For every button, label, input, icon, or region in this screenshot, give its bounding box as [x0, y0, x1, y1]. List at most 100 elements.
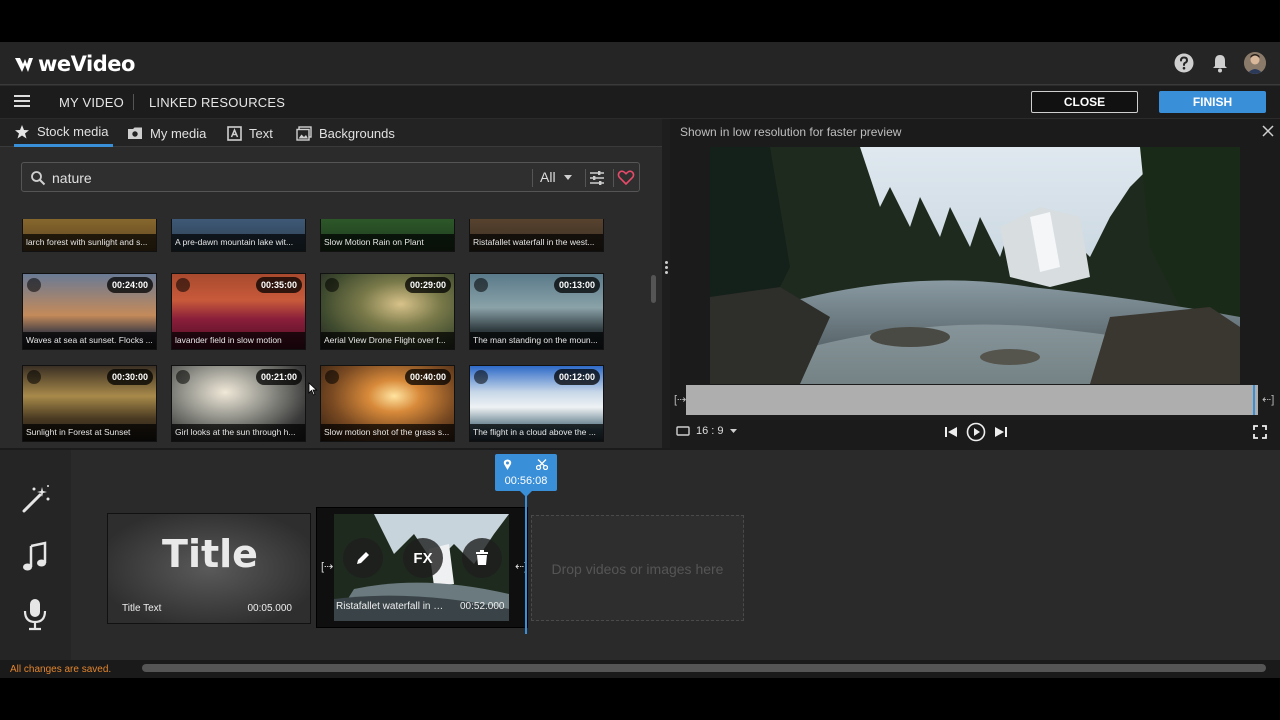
- thumbnail-caption: A pre-dawn mountain lake wit...: [172, 234, 305, 251]
- media-thumbnail[interactable]: 00:24:00 Waves at sea at sunset. Flocks …: [22, 273, 157, 350]
- media-thumbnail[interactable]: Ristafallet waterfall in the west...: [469, 219, 604, 252]
- tab-stock-media[interactable]: Stock media: [14, 119, 113, 147]
- favorite-heart-icon[interactable]: [176, 278, 190, 292]
- nav-my-video[interactable]: MY VIDEO: [59, 95, 124, 110]
- status-bar: All changes are saved.: [0, 660, 1280, 678]
- video-preview[interactable]: [710, 147, 1240, 384]
- title-clip-preview-text: Title: [162, 532, 258, 576]
- fullscreen-icon[interactable]: [1253, 425, 1267, 439]
- favorites-heart-icon[interactable]: [617, 169, 635, 186]
- media-thumbnail[interactable]: 00:12:00 The flight in a cloud above the…: [469, 365, 604, 442]
- media-thumbnail[interactable]: 00:13:00 The man standing on the moun...: [469, 273, 604, 350]
- favorite-heart-icon[interactable]: [27, 370, 41, 384]
- tab-my-media[interactable]: My media: [127, 119, 206, 147]
- edit-clip-button[interactable]: [343, 538, 383, 578]
- logo-text: weVideo: [38, 52, 135, 76]
- help-icon[interactable]: [1173, 52, 1195, 74]
- timeline-dropzone[interactable]: Drop videos or images here: [531, 515, 744, 621]
- favorite-heart-icon[interactable]: [325, 278, 339, 292]
- app-window: weVideo MY VIDEO LINKED RESOURCES CLOSE …: [0, 42, 1280, 678]
- magic-wand-icon[interactable]: [20, 483, 52, 515]
- thumbnail-duration: 00:13:00: [553, 277, 600, 293]
- favorite-heart-icon[interactable]: [474, 370, 488, 384]
- timeline-horizontal-scrollbar[interactable]: [142, 664, 1266, 672]
- letterbox-top: [0, 0, 1280, 42]
- favorite-heart-icon[interactable]: [176, 370, 190, 384]
- favorite-heart-icon[interactable]: [474, 278, 488, 292]
- wevideo-logo[interactable]: weVideo: [14, 52, 135, 76]
- top-nav: MY VIDEO LINKED RESOURCES CLOSE FINISH: [0, 86, 1280, 118]
- timeline-playhead[interactable]: [525, 484, 527, 634]
- aspect-ratio-dropdown[interactable]: 16 : 9: [676, 425, 737, 437]
- favorite-heart-icon[interactable]: [325, 370, 339, 384]
- preview-scrubber[interactable]: [686, 385, 1258, 415]
- tab-label: Stock media: [37, 124, 109, 139]
- media-scrollbar[interactable]: [651, 275, 656, 303]
- microphone-icon[interactable]: [20, 597, 50, 631]
- video-clip[interactable]: [⇢ ⇠] FX Ristafallet waterfall in t... 0…: [316, 507, 528, 628]
- timeline: Title Title Text 00:05.000 [⇢ ⇠] FX Rist…: [0, 448, 1280, 662]
- clip-fx-button[interactable]: FX: [403, 538, 443, 578]
- media-thumbnail[interactable]: 00:40:00 Slow motion shot of the grass s…: [320, 365, 455, 442]
- filter-settings-icon[interactable]: [588, 169, 606, 187]
- user-avatar[interactable]: [1244, 52, 1266, 74]
- filter-value: All: [540, 169, 556, 185]
- thumbnail-caption: The man standing on the moun...: [470, 332, 603, 349]
- media-panel: Stock media My media Text Backgrounds na…: [0, 119, 662, 448]
- star-icon: [15, 124, 29, 138]
- mouse-cursor-icon: [308, 382, 318, 396]
- fx-label: FX: [413, 549, 433, 567]
- thumbnail-duration: 00:12:00: [553, 369, 600, 385]
- skip-back-icon[interactable]: [944, 425, 958, 439]
- playhead-marker[interactable]: 00:56:08: [495, 454, 557, 491]
- media-thumbnail[interactable]: 00:30:00 Sunlight in Forest at Sunset: [22, 365, 157, 442]
- thumbnail-duration: 00:21:00: [255, 369, 302, 385]
- tab-text[interactable]: Text: [227, 119, 273, 147]
- nav-divider: [133, 94, 134, 110]
- play-icon[interactable]: [966, 422, 986, 442]
- search-filter-dropdown[interactable]: All: [540, 169, 572, 185]
- chevron-down-icon: [729, 429, 737, 433]
- thumbnail-duration: 00:24:00: [106, 277, 153, 293]
- search-icon: [31, 171, 46, 186]
- notification-bell-icon[interactable]: [1209, 52, 1231, 74]
- scissors-icon[interactable]: [536, 459, 548, 470]
- text-icon: [227, 125, 242, 141]
- close-icon[interactable]: [1262, 125, 1274, 137]
- menu-icon[interactable]: [14, 95, 30, 109]
- tab-backgrounds[interactable]: Backgrounds: [296, 119, 395, 147]
- delete-clip-button[interactable]: [462, 538, 502, 578]
- location-pin-icon[interactable]: [503, 459, 512, 470]
- logo-icon: [15, 58, 33, 72]
- media-thumbnail[interactable]: 00:29:00 Aerial View Drone Flight over f…: [320, 273, 455, 350]
- thumbnail-caption: Waves at sea at sunset. Flocks ...: [23, 332, 156, 349]
- music-note-icon[interactable]: [20, 541, 50, 573]
- media-thumbnail[interactable]: 00:21:00 Girl looks at the sun through h…: [171, 365, 306, 442]
- panel-splitter[interactable]: [662, 119, 670, 448]
- title-clip[interactable]: Title Title Text 00:05.000: [107, 513, 311, 624]
- finish-button[interactable]: FINISH: [1159, 91, 1266, 113]
- preview-playhead[interactable]: [1253, 385, 1255, 415]
- favorite-heart-icon[interactable]: [27, 278, 41, 292]
- trim-end-icon[interactable]: ⇠]: [1262, 393, 1274, 406]
- media-thumbnail[interactable]: 00:35:00 lavander field in slow motion: [171, 273, 306, 350]
- playhead-time: 00:56:08: [504, 475, 548, 487]
- search-divider: [532, 169, 533, 187]
- video-clip-duration: 00:52.000: [460, 601, 505, 612]
- close-button[interactable]: CLOSE: [1031, 91, 1138, 113]
- tab-label: Text: [249, 125, 273, 141]
- trim-start-icon[interactable]: [⇢: [674, 393, 686, 406]
- thumbnail-caption: lavander field in slow motion: [172, 332, 305, 349]
- thumbnail-caption: Sunlight in Forest at Sunset: [23, 424, 156, 441]
- video-clip-label: Ristafallet waterfall in t...: [336, 601, 444, 612]
- media-thumbnail[interactable]: A pre-dawn mountain lake wit...: [171, 219, 306, 252]
- tab-label: My media: [150, 125, 207, 141]
- skip-forward-icon[interactable]: [994, 425, 1008, 439]
- media-thumbnail[interactable]: Slow Motion Rain on Plant: [320, 219, 455, 252]
- preview-panel: Shown in low resolution for faster previ…: [670, 119, 1280, 448]
- search-input[interactable]: [52, 168, 532, 188]
- thumbnail-caption: Ristafallet waterfall in the west...: [470, 234, 603, 251]
- media-thumbnail[interactable]: larch forest with sunlight and s...: [22, 219, 157, 252]
- clip-trim-start-icon[interactable]: [⇢: [321, 560, 333, 573]
- nav-linked-resources[interactable]: LINKED RESOURCES: [149, 95, 285, 110]
